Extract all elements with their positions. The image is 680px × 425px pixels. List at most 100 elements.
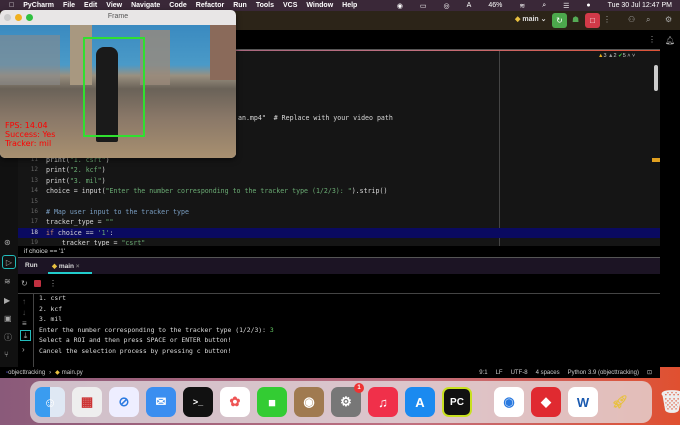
python-packages-icon[interactable]: ⊛ — [4, 238, 11, 247]
line-number[interactable]: 13 — [18, 176, 38, 186]
terminal-app-icon[interactable]: >_ — [183, 387, 213, 417]
line-number[interactable]: 16 — [18, 207, 38, 217]
git-icon[interactable]: ⑂ — [4, 350, 9, 359]
rerun-icon[interactable]: ↻ — [21, 279, 28, 288]
scrollbar[interactable] — [654, 65, 658, 91]
menu-window[interactable]: Window — [306, 2, 333, 9]
line-number[interactable]: 12 — [18, 165, 38, 175]
record-icon[interactable]: ◉ — [397, 2, 403, 10]
apple-icon[interactable]:  — [9, 2, 14, 9]
code-line: print("3. mil") — [46, 176, 106, 185]
add-user-icon[interactable]: ⚇ — [628, 15, 635, 24]
line-number[interactable]: 18 — [18, 228, 38, 238]
menu-view[interactable]: View — [106, 2, 122, 9]
code-line: print("2. kcf") — [46, 166, 106, 175]
menu-run[interactable]: Run — [233, 2, 247, 9]
more-icon[interactable]: ⋮ — [49, 279, 57, 288]
menu-file[interactable]: File — [63, 2, 75, 9]
display-icon[interactable]: ▭ — [420, 2, 427, 10]
line-separator[interactable]: LF — [496, 370, 503, 376]
music-icon[interactable]: ♫ — [368, 387, 398, 417]
trash-icon[interactable]: 🗑︎ — [657, 387, 680, 417]
spotlight-icon[interactable]: ⌕ — [542, 2, 546, 10]
dock: ☺ ▦ ⊘ ✉ >_ ✿ ■ ◉ ⚙ 1 ♫ A PC ◉ ◆ W 🚀︎ 🗑︎ — [30, 381, 680, 423]
stop-button[interactable]: □ — [585, 13, 600, 28]
app-store-icon[interactable]: A — [405, 387, 435, 417]
debug-button[interactable]: ☗ — [572, 15, 579, 24]
menu-refactor[interactable]: Refactor — [196, 2, 224, 9]
expand-icon[interactable]: › — [22, 345, 25, 354]
console-line: Cancel the selection process by pressing… — [39, 347, 231, 355]
gear-icon[interactable]: ⚙ — [665, 15, 672, 24]
line-number[interactable]: 14 — [18, 186, 38, 196]
interpreter[interactable]: Python 3.9 (objecttracking) — [568, 370, 639, 376]
line-number[interactable]: 15 — [18, 197, 38, 207]
services-icon[interactable]: ▶ — [4, 296, 10, 305]
wifi-icon[interactable]: ≋ — [519, 2, 525, 10]
notifications-icon[interactable]: 🔔︎ — [665, 36, 675, 45]
word-icon[interactable]: W — [568, 387, 598, 417]
scroll-up-icon[interactable]: ↑ — [22, 297, 26, 306]
frame-window[interactable]: Frame FPS: 14.04 Success: Yes Tracker: m… — [0, 10, 236, 158]
python-file-icon: ◆ — [55, 370, 60, 376]
close-tab-icon[interactable]: × — [76, 263, 80, 270]
python-icon: ◆ — [515, 16, 521, 23]
window-title: Frame — [107, 13, 129, 20]
layers-icon[interactable]: ≋ — [4, 277, 11, 286]
safari-icon[interactable]: ⊘ — [109, 387, 139, 417]
facetime-icon[interactable]: ■ — [257, 387, 287, 417]
battery-status[interactable]: 46% — [488, 2, 502, 10]
app-menu[interactable]: PyCharm — [23, 2, 54, 9]
warning-marker[interactable] — [652, 158, 660, 162]
more-icon[interactable]: ⋮ — [603, 15, 611, 24]
menu-code[interactable]: Code — [169, 2, 187, 9]
breadcrumb[interactable]: if choice == '1' — [18, 246, 660, 257]
scroll-down-icon[interactable]: ↓ — [22, 308, 26, 317]
stop-icon[interactable] — [34, 280, 41, 287]
breadcrumb-project[interactable]: objecttracking — [8, 370, 45, 376]
tab-main[interactable]: ◆ main × — [48, 260, 92, 274]
search-icon[interactable]: ⌕ — [646, 15, 650, 25]
fps-text: FPS: 14.04 — [5, 121, 48, 130]
code-line: choice = input("Enter the number corresp… — [46, 187, 388, 196]
contacts-icon[interactable]: ◉ — [294, 387, 324, 417]
run-config-selector[interactable]: ◆ main ⌄ — [515, 15, 547, 23]
focus-icon[interactable]: ◎ — [444, 2, 450, 10]
tab-options-icon[interactable]: ⋮ — [648, 35, 656, 44]
input-source-icon[interactable]: A — [467, 2, 472, 10]
breadcrumb-file[interactable]: main.py — [62, 370, 83, 376]
rerun-button[interactable]: ↻ — [552, 13, 567, 28]
pycharm-icon[interactable]: PC — [442, 387, 472, 417]
anydesk-icon[interactable]: ◆ — [531, 387, 561, 417]
encoding[interactable]: UTF-8 — [511, 370, 528, 376]
line-number[interactable]: 17 — [18, 217, 38, 227]
chrome-icon[interactable]: ◉ — [494, 387, 524, 417]
photos-icon[interactable]: ✿ — [220, 387, 250, 417]
inspection-widget[interactable]: ▲3 ▲2 ✔5 ˄ ˅ — [598, 53, 635, 59]
system-settings-icon[interactable]: ⚙ 1 — [331, 383, 364, 417]
terminal-icon[interactable]: ▣ — [4, 314, 12, 323]
indent[interactable]: 4 spaces — [536, 370, 560, 376]
run-tool-icon[interactable]: ▷ — [2, 255, 16, 269]
launchpad-icon[interactable]: ▦ — [72, 387, 102, 417]
clock[interactable]: Tue 30 Jul 12:47 PM — [608, 2, 672, 10]
soft-wrap-icon[interactable]: ≡ — [22, 319, 27, 328]
menu-tools[interactable]: Tools — [256, 2, 274, 9]
scroll-to-end-icon[interactable]: ⤓ — [20, 330, 31, 341]
line-number[interactable]: 19 — [18, 238, 38, 246]
menu-edit[interactable]: Edit — [84, 2, 97, 9]
python-launcher-icon[interactable]: 🚀︎ — [605, 387, 635, 417]
menu-vcs[interactable]: VCS — [283, 2, 297, 9]
siri-icon[interactable]: ● — [586, 2, 590, 10]
mail-icon[interactable]: ✉ — [146, 387, 176, 417]
weak-warning-count: 2 — [613, 53, 617, 59]
console-text: Select a ROI and then press SPACE or ENT… — [39, 336, 232, 345]
menu-help[interactable]: Help — [342, 2, 357, 9]
code-line: tracker_type = "csrt" — [46, 239, 146, 246]
caret-position[interactable]: 9:1 — [479, 370, 487, 376]
menu-navigate[interactable]: Navigate — [131, 2, 160, 9]
finder-icon[interactable]: ☺ — [35, 387, 65, 417]
lock-icon[interactable]: ⊡ — [647, 369, 652, 376]
control-center-icon[interactable]: ☰ — [563, 2, 569, 10]
problems-icon[interactable]: ⓘ — [4, 332, 12, 343]
